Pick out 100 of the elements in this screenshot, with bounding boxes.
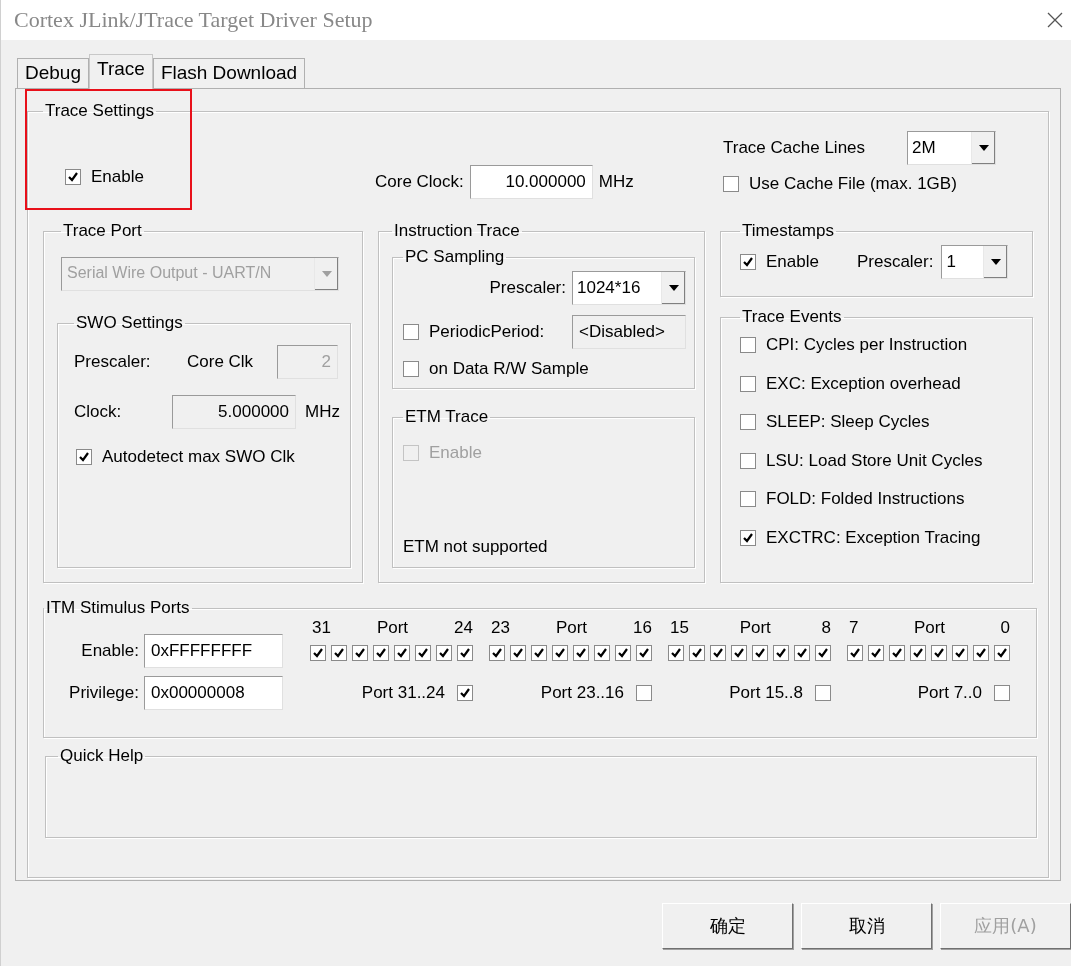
port-label: Port: [913, 618, 946, 639]
window-title: Cortex JLink/JTrace Target Driver Setup: [14, 7, 373, 33]
input-field[interactable]: 0x00000008: [144, 676, 283, 710]
port-number: 31: [312, 618, 331, 639]
tab[interactable]: Trace: [89, 54, 153, 89]
field-label: Trace Cache Lines: [723, 138, 866, 158]
checkbox-label: LSU: Load Store Unit Cycles: [766, 450, 983, 471]
port-number: 7: [849, 618, 859, 639]
group-label: Quick Help: [59, 746, 145, 766]
group-label: PC Sampling: [404, 247, 506, 267]
group-label: Trace Port: [62, 221, 143, 241]
checkbox[interactable]: [457, 645, 473, 661]
checkbox-label: Enable: [91, 167, 144, 187]
tab[interactable]: Flash Download: [152, 58, 306, 88]
dialog-button[interactable]: 确定: [662, 903, 793, 949]
checkbox[interactable]: [973, 645, 989, 661]
checkbox[interactable]: [331, 645, 347, 661]
checkbox[interactable]: [415, 645, 431, 661]
checkbox[interactable]: [815, 645, 831, 661]
checkbox[interactable]: [731, 645, 747, 661]
checkbox[interactable]: [403, 361, 419, 377]
checkbox[interactable]: [740, 337, 756, 353]
input-field[interactable]: 5.000000: [172, 395, 296, 429]
checkbox[interactable]: [636, 645, 652, 661]
checkbox[interactable]: [752, 645, 768, 661]
checkbox[interactable]: [994, 645, 1010, 661]
checkbox[interactable]: [889, 645, 905, 661]
port-number: 23: [491, 618, 510, 639]
checkbox[interactable]: [994, 685, 1010, 701]
dropdown[interactable]: 2M: [907, 131, 996, 165]
checkbox[interactable]: [710, 645, 726, 661]
field-label: Core Clk: [187, 352, 255, 372]
checkbox[interactable]: [531, 645, 547, 661]
port-number: 16: [633, 618, 652, 639]
checkbox[interactable]: [457, 685, 473, 701]
checkbox-label: Port 7..0: [917, 683, 982, 703]
checkbox[interactable]: [815, 685, 831, 701]
input-field[interactable]: 10.000000: [469, 165, 593, 199]
port-label: Port: [376, 618, 409, 639]
dialog-button[interactable]: 取消: [801, 903, 932, 949]
checkbox[interactable]: [436, 645, 452, 661]
checkbox[interactable]: [594, 645, 610, 661]
input-field[interactable]: <Disabled>: [572, 315, 686, 349]
checkbox[interactable]: [868, 645, 884, 661]
checkbox[interactable]: [394, 645, 410, 661]
checkbox[interactable]: [773, 645, 789, 661]
checkbox[interactable]: [636, 685, 652, 701]
checkbox[interactable]: [740, 375, 756, 392]
checkbox[interactable]: [668, 645, 684, 661]
dropdown[interactable]: 1024*16: [572, 271, 686, 305]
group-label: ITM Stimulus Ports: [45, 598, 191, 618]
checkbox[interactable]: [373, 645, 389, 661]
field-label: Privilege:: [69, 683, 139, 703]
checkbox[interactable]: [615, 645, 631, 661]
group-label: Trace Events: [741, 307, 843, 327]
tab[interactable]: Debug: [17, 58, 89, 88]
checkbox[interactable]: [740, 491, 756, 507]
checkbox[interactable]: [489, 645, 505, 661]
checkbox[interactable]: [740, 254, 756, 270]
checkbox[interactable]: [740, 414, 756, 430]
checkbox-label: SLEEP: Sleep Cycles: [766, 412, 930, 432]
group-label: Trace Settings: [44, 101, 155, 121]
checkbox[interactable]: [76, 449, 92, 465]
checkbox[interactable]: [740, 452, 756, 469]
checkbox[interactable]: [403, 324, 419, 340]
checkbox[interactable]: [352, 645, 368, 661]
unit-label: MHz: [598, 172, 634, 192]
checkbox[interactable]: [65, 169, 81, 185]
caret-icon: [668, 285, 679, 291]
checkbox[interactable]: [910, 645, 926, 661]
checkbox[interactable]: [573, 645, 589, 661]
checkbox[interactable]: [689, 645, 705, 661]
port-number: 15: [670, 618, 689, 639]
checkbox-label: CPI: Cycles per Instruction: [766, 335, 968, 355]
status-text: ETM not supported: [403, 537, 549, 557]
checkbox-label: EXC: Exception overhead: [766, 373, 961, 394]
checkbox[interactable]: [931, 645, 947, 661]
dropdown[interactable]: 1: [941, 245, 1009, 279]
checkbox[interactable]: [310, 645, 326, 661]
port-number: 8: [821, 618, 831, 639]
checkbox-label: Port 15..8: [729, 683, 803, 703]
checkbox[interactable]: [552, 645, 568, 661]
field-label: Prescaler:: [74, 352, 152, 372]
checkbox[interactable]: [952, 645, 968, 661]
checkbox-label: FOLD: Folded Instructions: [766, 489, 965, 509]
field-label: Clock:: [74, 402, 123, 422]
checkbox[interactable]: [794, 645, 810, 661]
checkbox[interactable]: [847, 645, 863, 661]
checkbox[interactable]: [723, 176, 739, 192]
checkbox[interactable]: [740, 529, 756, 546]
checkbox-label: PeriodicPeriod:: [429, 322, 545, 342]
checkbox-label: Autodetect max SWO Clk: [102, 447, 295, 467]
input-field[interactable]: 0xFFFFFFFF: [144, 634, 283, 668]
port-label: Port: [739, 618, 771, 639]
checkbox-label: Use Cache File (max. 1GB): [749, 174, 957, 194]
checkbox-label: on Data R/W Sample: [429, 359, 589, 379]
field-label: Prescaler:: [856, 252, 934, 272]
checkbox[interactable]: [510, 645, 526, 661]
checkbox-label: Enable: [766, 252, 819, 272]
close-icon[interactable]: [1047, 12, 1063, 28]
